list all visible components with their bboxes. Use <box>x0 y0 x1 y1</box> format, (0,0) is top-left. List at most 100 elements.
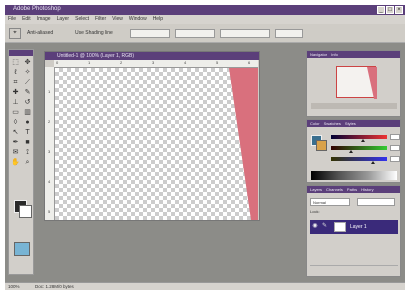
blend-mode-value: Normal <box>313 200 326 205</box>
menu-filter[interactable]: Filter <box>95 15 106 24</box>
ruler-tick: 3 <box>48 149 51 154</box>
color-ramp[interactable] <box>311 171 397 180</box>
menu-bar: File Edit Image Layer Select Filter View… <box>5 15 405 24</box>
slice-tool-icon[interactable]: ⟋ <box>22 78 33 87</box>
vertical-ruler: 1 2 3 4 5 <box>45 67 55 220</box>
tab-channels[interactable]: Channels <box>326 186 343 193</box>
options-bar: ⌖ Anti-aliased Use Shading line <box>5 24 405 43</box>
brush-tool-icon[interactable]: ✎ <box>22 88 33 97</box>
eyedropper-tool-icon[interactable]: ⟟ <box>22 148 33 157</box>
notes-tool-icon[interactable]: ✉ <box>10 148 21 157</box>
document-title: Untitled-1 @ 100% (Layer 1, RGB) <box>57 53 135 59</box>
shading-checkbox[interactable]: Use Shading line <box>75 30 113 36</box>
lasso-tool-icon[interactable]: ℓ <box>10 68 21 77</box>
menu-image[interactable]: Image <box>37 15 51 24</box>
ruler-tick: 2 <box>120 60 123 65</box>
option-field-2[interactable] <box>175 29 215 38</box>
ruler-tick: 4 <box>48 179 51 184</box>
ruler-tick: 5 <box>216 60 219 65</box>
anti-aliased-checkbox[interactable]: Anti-aliased <box>27 30 53 36</box>
document-window: Untitled-1 @ 100% (Layer 1, RGB) 0 1 2 3… <box>44 51 260 221</box>
layer-thumbnail <box>334 222 346 232</box>
blue-slider[interactable] <box>331 157 387 164</box>
blend-mode-select[interactable]: Normal <box>310 198 350 206</box>
minimize-button[interactable]: _ <box>377 6 385 14</box>
pink-shape[interactable] <box>229 68 258 220</box>
magic-wand-tool-icon[interactable]: ✧ <box>22 68 33 77</box>
pen-tool-icon[interactable]: ✒ <box>10 138 21 147</box>
crop-tool-icon[interactable]: ⌗ <box>10 78 21 87</box>
red-value-field[interactable] <box>390 134 400 140</box>
toolbox: ⬚ ✥ ℓ ✧ ⌗ ⟋ ✚ ✎ ⊥ ↺ ▭ ▥ ◊ ● ↖ T ✒ ■ ✉ ⟟ … <box>8 49 34 275</box>
zoom-tool-icon[interactable]: ⌕ <box>22 158 33 167</box>
option-field-3[interactable] <box>220 29 270 38</box>
red-slider[interactable] <box>331 135 387 142</box>
zoom-level[interactable]: 100% <box>8 284 20 289</box>
color-swatches[interactable] <box>14 200 32 218</box>
quick-mask-icon[interactable] <box>14 242 30 256</box>
tab-history[interactable]: History <box>361 186 373 193</box>
shape-tool-icon[interactable]: ■ <box>22 138 33 147</box>
navigator-tabs: Navigator Info <box>307 51 400 58</box>
layers-tabs: Layers Channels Paths History <box>307 186 400 193</box>
opacity-field[interactable] <box>357 198 395 206</box>
dodge-tool-icon[interactable]: ● <box>22 118 33 127</box>
menu-view[interactable]: View <box>112 15 123 24</box>
option-field-4[interactable] <box>275 29 303 38</box>
visibility-eye-icon[interactable]: ◉ <box>311 222 319 231</box>
green-value-field[interactable] <box>390 145 400 151</box>
tab-styles[interactable]: Styles <box>345 120 356 127</box>
tab-info[interactable]: Info <box>331 51 338 58</box>
blur-tool-icon[interactable]: ◊ <box>10 118 21 127</box>
photoshop-window: Adobe Photoshop _ □ × File Edit Image La… <box>5 5 405 290</box>
option-field-1[interactable] <box>130 29 170 38</box>
color-bg[interactable] <box>316 140 327 151</box>
navigator-preview <box>367 67 377 99</box>
layer-row[interactable]: ◉ ✎ Layer 1 <box>310 220 398 234</box>
tab-layers[interactable]: Layers <box>310 186 322 193</box>
type-tool-icon[interactable]: T <box>22 128 33 137</box>
maximize-button[interactable]: □ <box>386 6 394 14</box>
layers-panel: Layers Channels Paths History Normal Loc… <box>306 185 401 277</box>
ruler-tick: 1 <box>48 89 51 94</box>
menu-edit[interactable]: Edit <box>22 15 31 24</box>
tab-color[interactable]: Color <box>310 120 320 127</box>
move-tool-icon[interactable]: ✥ <box>22 58 33 67</box>
blue-value-field[interactable] <box>390 156 400 162</box>
marquee-tool-icon[interactable]: ⬚ <box>10 58 21 67</box>
background-color-swatch[interactable] <box>19 205 32 218</box>
history-brush-tool-icon[interactable]: ↺ <box>22 98 33 107</box>
tab-paths[interactable]: Paths <box>347 186 357 193</box>
image-canvas[interactable] <box>55 68 258 220</box>
color-panel-swatches[interactable] <box>311 135 327 151</box>
menu-layer[interactable]: Layer <box>57 15 70 24</box>
ruler-tick: 1 <box>88 60 91 65</box>
doc-size: Doc: 1.28M/0 bytes <box>35 284 74 289</box>
navigator-panel: Navigator Info <box>306 50 401 117</box>
gradient-tool-icon[interactable]: ▥ <box>22 108 33 117</box>
navigator-thumbnail[interactable] <box>336 66 377 99</box>
menu-window[interactable]: Window <box>129 15 147 24</box>
layer-name: Layer 1 <box>350 224 367 230</box>
ruler-tick: 3 <box>152 60 155 65</box>
window-controls: _ □ × <box>377 6 403 14</box>
hand-tool-icon[interactable]: ✋ <box>10 158 21 167</box>
canvas-artwork <box>229 68 258 220</box>
menu-select[interactable]: Select <box>75 15 89 24</box>
menu-file[interactable]: File <box>8 15 16 24</box>
zoom-slider[interactable] <box>311 103 397 109</box>
lock-row: Lock: <box>310 209 320 214</box>
green-slider[interactable] <box>331 146 387 153</box>
ruler-tick: 4 <box>184 60 187 65</box>
window-title: Adobe Photoshop <box>13 6 61 12</box>
close-button[interactable]: × <box>395 6 403 14</box>
path-select-tool-icon[interactable]: ↖ <box>10 128 21 137</box>
current-tool-icon[interactable]: ⌖ <box>9 28 21 39</box>
stamp-tool-icon[interactable]: ⊥ <box>10 98 21 107</box>
menu-help[interactable]: Help <box>153 15 163 24</box>
tab-navigator[interactable]: Navigator <box>310 51 327 58</box>
tab-swatches[interactable]: Swatches <box>324 120 341 127</box>
healing-tool-icon[interactable]: ✚ <box>10 88 21 97</box>
color-tabs: Color Swatches Styles <box>307 120 400 127</box>
eraser-tool-icon[interactable]: ▭ <box>10 108 21 117</box>
